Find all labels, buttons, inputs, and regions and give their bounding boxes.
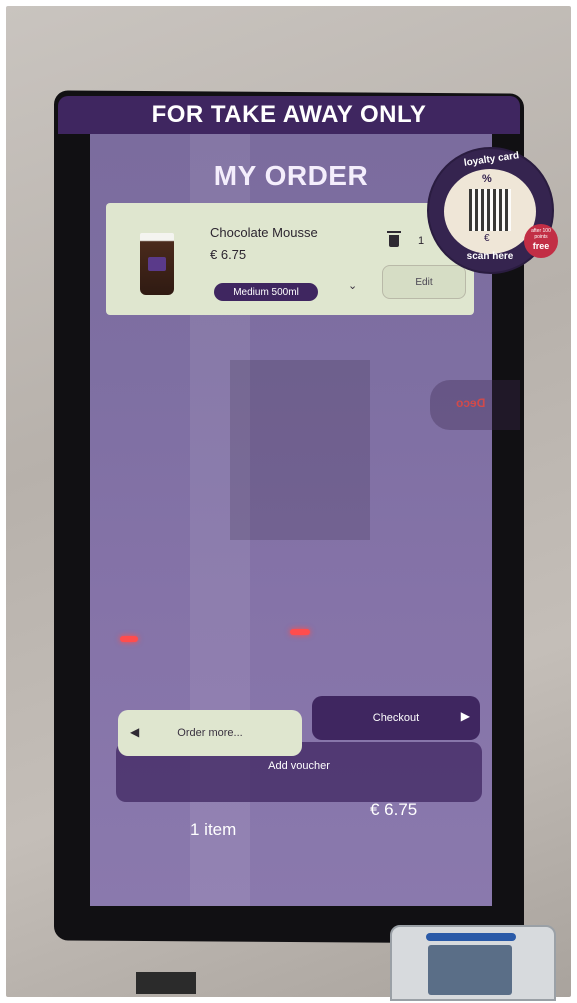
- order-more-label: Order more...: [177, 727, 243, 739]
- take-away-banner: FOR TAKE AWAY ONLY: [58, 96, 520, 134]
- size-selector[interactable]: Medium 500ml: [214, 283, 318, 301]
- trash-icon[interactable]: [387, 231, 401, 247]
- reflected-sign-text: Deco: [456, 396, 486, 410]
- reflected-shop-sign: Deco: [430, 380, 520, 430]
- product-name: Chocolate Mousse: [210, 225, 318, 240]
- terminal-screen: [428, 945, 512, 995]
- add-voucher-label: Add voucher: [268, 760, 330, 772]
- terminal-indicator: [426, 933, 516, 941]
- red-light-reflection: [290, 629, 310, 635]
- loyalty-sticker: loyalty card % € after 100 points free s…: [427, 147, 558, 274]
- promo-small-text: after 100 points: [531, 228, 551, 240]
- order-total: € 6.75: [370, 800, 418, 819]
- banner-text: FOR TAKE AWAY ONLY: [151, 101, 427, 128]
- arrow-left-icon: ◀: [130, 725, 140, 739]
- qr-code-icon: [469, 189, 511, 231]
- checkout-label: Checkout: [372, 712, 420, 724]
- payment-terminal: [390, 925, 556, 1001]
- euro-icon: €: [484, 233, 490, 244]
- street-reflection: [230, 360, 370, 540]
- edit-button[interactable]: Edit: [382, 265, 466, 299]
- product-price: € 6.75: [210, 247, 247, 262]
- percent-icon: %: [482, 173, 492, 185]
- product-image: [140, 233, 174, 295]
- wall-outlet: [136, 972, 196, 994]
- quantity-value: 1: [418, 235, 425, 247]
- checkout-button[interactable]: Checkout ▶: [312, 696, 480, 740]
- free-promo-badge: after 100 points free: [524, 224, 558, 258]
- loyalty-bottom-text: scan here: [466, 251, 514, 262]
- cup-logo: [148, 257, 166, 271]
- loyalty-inner-circle: % € after 100 points free: [444, 169, 558, 258]
- promo-big-text: free: [532, 241, 550, 251]
- order-item-card: Chocolate Mousse € 6.75 Medium 500ml ⌄ 1…: [106, 203, 474, 315]
- loyalty-top-text: loyalty card: [463, 150, 520, 169]
- arrow-right-icon: ▶: [460, 709, 470, 723]
- order-more-button[interactable]: ◀ Order more...: [118, 710, 302, 756]
- red-light-reflection: [120, 636, 138, 642]
- item-count: 1 item: [190, 820, 237, 839]
- chevron-down-icon[interactable]: ⌄: [348, 279, 357, 292]
